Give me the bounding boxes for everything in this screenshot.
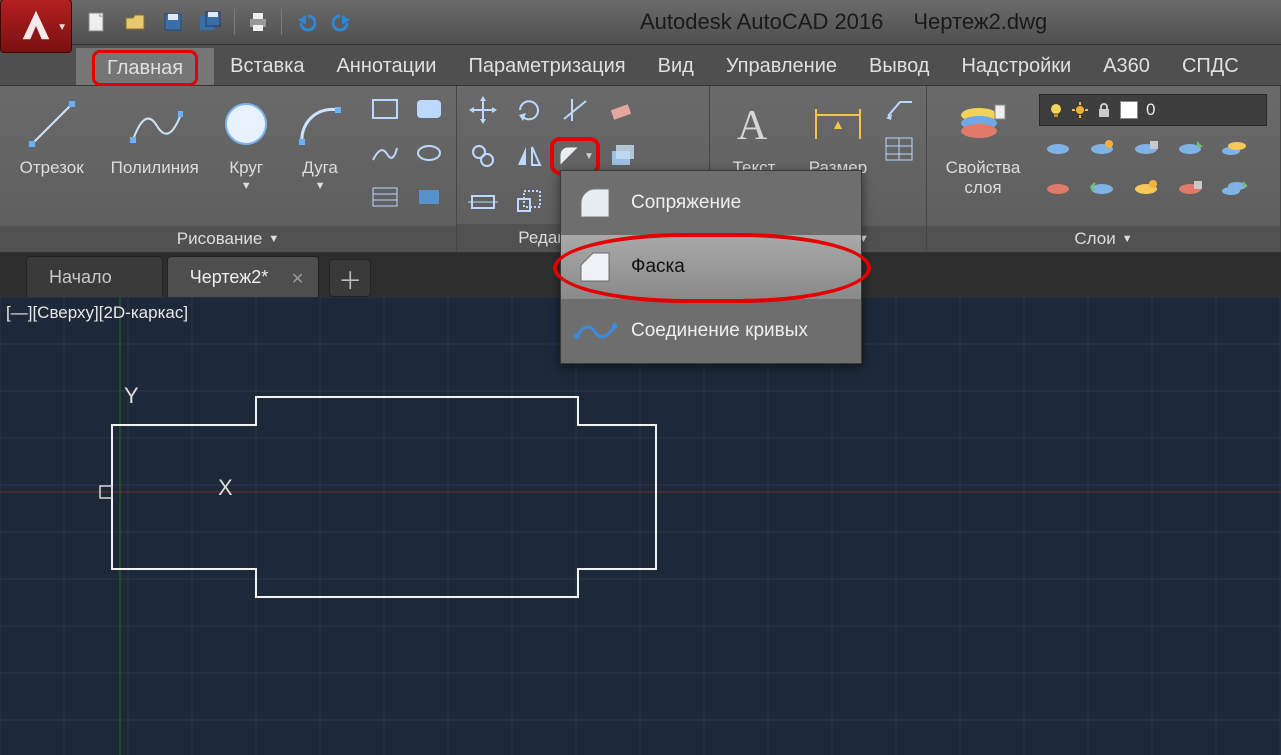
move-icon[interactable] [463, 90, 503, 130]
viewport-label[interactable]: [—][Сверху][2D-каркас] [6, 303, 188, 323]
x-axis-label: X [218, 475, 233, 501]
title-bar: Autodesk AutoCAD 2016 Чертеж2.dwg [640, 0, 1281, 44]
spline-icon[interactable] [366, 134, 404, 172]
copy-icon[interactable] [463, 136, 503, 176]
layer-match-icon[interactable] [1171, 132, 1209, 166]
layer-walk-icon[interactable] [1215, 172, 1253, 206]
leader-icon[interactable] [884, 94, 920, 130]
quick-access-toolbar: ▼ Autodesk AutoCAD 2016 Чертеж2.dwg [0, 0, 1281, 45]
y-axis-label: Y [124, 383, 139, 409]
open-file-icon[interactable] [119, 6, 151, 38]
revcloud-icon[interactable] [410, 90, 448, 128]
new-file-icon[interactable] [81, 6, 113, 38]
chevron-down-icon: ▼ [315, 180, 326, 192]
layer-thaw-icon[interactable] [1127, 172, 1165, 206]
polyline-label: Полилиния [111, 158, 199, 178]
circle-label: Круг [229, 158, 263, 178]
flyout-blend[interactable]: Соединение кривых [561, 299, 861, 363]
tab-view[interactable]: Вид [642, 48, 710, 85]
hatch-icon[interactable] [366, 178, 404, 216]
current-file: Чертеж2.dwg [913, 9, 1047, 35]
tab-manage[interactable]: Управление [710, 48, 853, 85]
tab-parametric[interactable]: Параметризация [452, 48, 641, 85]
chevron-down-icon: ▼ [584, 151, 594, 162]
redo-icon[interactable] [327, 6, 359, 38]
flyout-chamfer-label: Фаска [631, 256, 685, 278]
save-as-icon[interactable] [195, 6, 227, 38]
arc-label: Дуга [302, 158, 338, 178]
chevron-down-icon: ▼ [57, 22, 67, 33]
ellipse-icon[interactable] [410, 134, 448, 172]
flyout-blend-label: Соединение кривых [631, 320, 808, 342]
layer-make-current-icon[interactable] [1215, 132, 1253, 166]
rotate-icon[interactable] [509, 90, 549, 130]
lock-icon [1096, 102, 1112, 118]
mirror-icon[interactable] [509, 136, 549, 176]
sun-icon [1072, 102, 1088, 118]
draw-small-tools [366, 90, 450, 218]
drawing-viewport[interactable]: [—][Сверху][2D-каркас] Y X [0, 297, 1281, 755]
tab-annotate[interactable]: Аннотации [320, 48, 452, 85]
save-icon[interactable] [157, 6, 189, 38]
trim-icon[interactable] [555, 90, 595, 130]
flyout-fillet-label: Сопряжение [631, 192, 741, 214]
tab-file[interactable]: Чертеж2* ✕ [167, 256, 320, 297]
tab-start[interactable]: Начало [26, 256, 163, 297]
panel-draw: Отрезок Полилиния Круг ▼ Дуга ▼ [0, 86, 457, 252]
current-layer-combo[interactable]: 0 [1039, 94, 1267, 126]
scale-icon[interactable] [509, 182, 549, 222]
print-icon[interactable] [242, 6, 274, 38]
flyout-chamfer[interactable]: Фаска [561, 235, 861, 299]
layer-properties-button[interactable]: Свойства слоя [933, 90, 1033, 226]
close-icon[interactable]: ✕ [291, 269, 304, 289]
panel-layers-title[interactable]: Слои▼ [927, 226, 1280, 252]
chevron-down-icon: ▼ [241, 180, 252, 192]
layer-isolate-icon[interactable] [1039, 172, 1077, 206]
circle-button[interactable]: Круг ▼ [212, 90, 280, 226]
stretch-icon[interactable] [463, 182, 503, 222]
fillet-flyout: Сопряжение Фаска Соединение кривых [560, 170, 862, 364]
blend-curves-icon [573, 309, 617, 353]
tab-spds[interactable]: СПДС [1166, 48, 1255, 85]
chevron-down-icon: ▼ [1122, 233, 1133, 245]
panel-layers: Свойства слоя 0 [927, 86, 1281, 252]
undo-icon[interactable] [289, 6, 321, 38]
tab-addins[interactable]: Надстройки [945, 48, 1087, 85]
tab-output[interactable]: Вывод [853, 48, 945, 85]
line-button[interactable]: Отрезок [6, 90, 97, 226]
layer-freeze-icon[interactable] [1083, 132, 1121, 166]
current-layer-name: 0 [1146, 100, 1155, 120]
arc-button[interactable]: Дуга ▼ [284, 90, 356, 226]
tab-a360[interactable]: A360 [1087, 48, 1166, 85]
app-menu-button[interactable]: ▼ [0, 0, 72, 53]
chamfer-icon [573, 245, 617, 289]
tab-home[interactable]: Главная [76, 48, 214, 85]
fillet-icon [573, 181, 617, 225]
app-name: Autodesk AutoCAD 2016 [640, 9, 883, 35]
new-tab-button[interactable]: ＋ [329, 259, 371, 297]
lightbulb-icon [1048, 102, 1064, 118]
line-label: Отрезок [20, 158, 84, 178]
erase-icon[interactable] [601, 90, 641, 130]
layer-color-swatch [1120, 101, 1138, 119]
layer-properties-label: Свойства слоя [946, 158, 1021, 198]
chevron-down-icon: ▼ [268, 233, 279, 245]
point-icon[interactable] [410, 178, 448, 216]
flyout-fillet[interactable]: Сопряжение [561, 171, 861, 235]
ribbon-tabs: Главная Вставка Аннотации Параметризация… [0, 45, 1281, 86]
layer-off-icon[interactable] [1039, 132, 1077, 166]
tab-insert[interactable]: Вставка [214, 48, 320, 85]
layer-previous-icon[interactable] [1083, 172, 1121, 206]
layer-tools [1037, 132, 1267, 208]
layer-lock-icon[interactable] [1127, 132, 1165, 166]
layer-unlock-icon[interactable] [1171, 172, 1209, 206]
panel-draw-title[interactable]: Рисование▼ [0, 226, 456, 252]
polyline-button[interactable]: Полилиния [101, 90, 208, 226]
table-icon[interactable] [884, 136, 920, 172]
rectangle-icon[interactable] [366, 90, 404, 128]
svg-text:A: A [737, 103, 768, 149]
